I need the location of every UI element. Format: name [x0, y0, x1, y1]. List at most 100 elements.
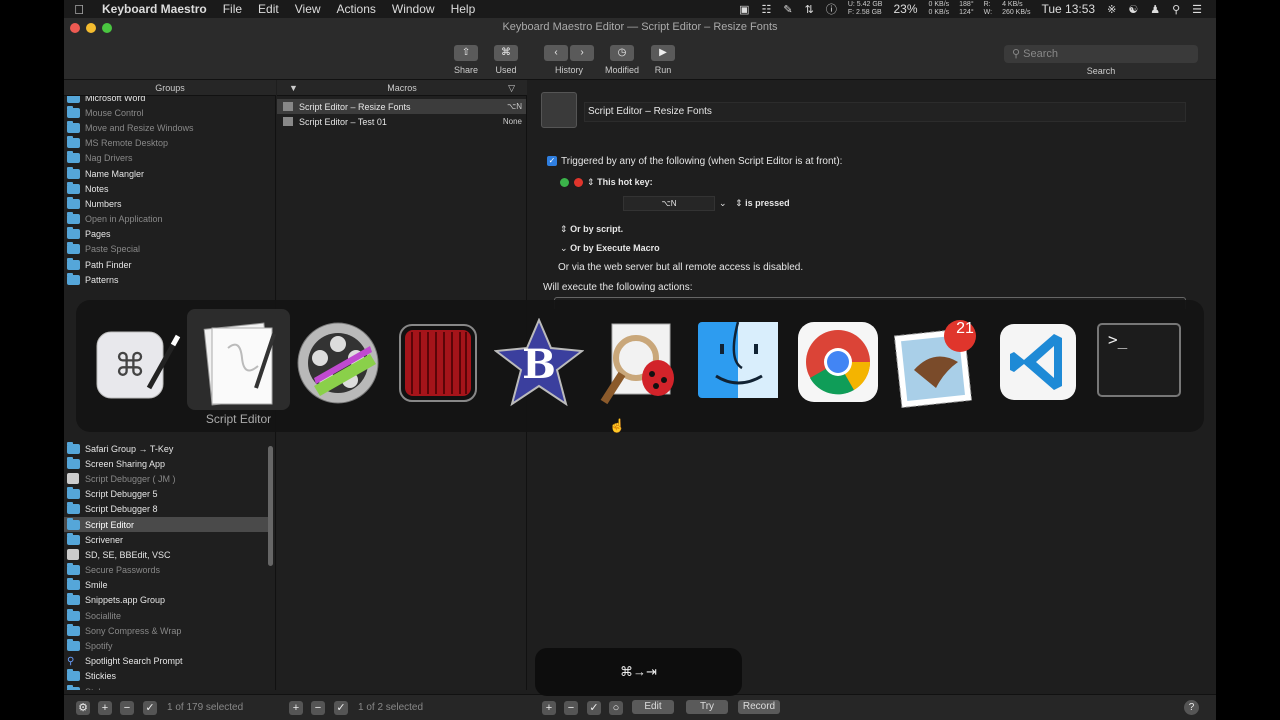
help-button[interactable]: ?	[1184, 700, 1199, 715]
menu-actions[interactable]: Actions	[329, 2, 384, 16]
hotkey-field[interactable]: ⌥N	[623, 196, 715, 211]
menu-view[interactable]: View	[287, 2, 329, 16]
enable-group-checkbox[interactable]: ✓	[143, 701, 157, 715]
group-row[interactable]: Patterns	[64, 272, 275, 287]
sync-icon[interactable]: ⇅	[799, 3, 820, 16]
menu-app-name[interactable]: Keyboard Maestro	[94, 2, 215, 16]
group-row[interactable]: Script Debugger ( JM )	[64, 471, 268, 486]
macro-name-field[interactable]: Script Editor – Resize Fonts	[584, 102, 1186, 122]
macro-row[interactable]: Script Editor – Test 01 None	[277, 114, 526, 129]
group-row[interactable]: Script Editor	[64, 516, 268, 533]
forward-arrow-icon[interactable]: ›	[570, 45, 594, 61]
history-control[interactable]: ‹ › History	[544, 45, 594, 75]
filter-icon[interactable]: ▽	[508, 80, 515, 96]
enable-macro-checkbox[interactable]: ✓	[334, 701, 348, 715]
vscode-icon[interactable]	[994, 318, 1084, 408]
add-trigger-icon[interactable]	[560, 178, 569, 188]
group-row[interactable]: Path Finder	[64, 257, 275, 272]
group-row[interactable]: Secure Passwords	[64, 563, 268, 578]
disabled-action-icon[interactable]: ○	[609, 701, 623, 715]
group-row[interactable]: Notes	[64, 181, 275, 196]
group-row[interactable]: Safari Group → T-Key	[64, 441, 268, 456]
group-row[interactable]: Sony Compress & Wrap	[64, 623, 268, 638]
disk-rw-stats[interactable]: R: W:	[979, 1, 997, 17]
clipboard-icon[interactable]: ✎	[777, 3, 798, 16]
back-arrow-icon[interactable]: ‹	[544, 45, 568, 61]
groups-scrollbar[interactable]	[268, 446, 273, 566]
edit-button[interactable]: Edit	[632, 700, 674, 714]
group-row[interactable]: Pages	[64, 227, 275, 242]
notification-center-icon[interactable]: ☰	[1186, 3, 1208, 16]
menu-file[interactable]: File	[215, 2, 250, 16]
menu-help[interactable]: Help	[443, 2, 484, 16]
add-macro-button[interactable]: +	[289, 701, 303, 715]
updown-icon[interactable]: ⇕	[587, 177, 595, 187]
run-button[interactable]: ▶ Run	[651, 45, 675, 75]
group-row[interactable]: Sociallite	[64, 608, 268, 623]
script-debugger-icon[interactable]	[594, 318, 684, 408]
trigger-checkbox[interactable]: ✓	[547, 156, 557, 167]
group-row[interactable]: Microsoft Word	[64, 96, 275, 105]
group-row[interactable]: Script Debugger 8	[64, 502, 268, 517]
apple-menu-icon[interactable]: 	[64, 2, 94, 17]
group-row[interactable]: Smile	[64, 578, 268, 593]
add-group-button[interactable]: +	[98, 701, 112, 715]
remove-group-button[interactable]: −	[120, 701, 134, 715]
remove-action-button[interactable]: −	[564, 701, 578, 715]
bluetooth-icon[interactable]: ※	[1101, 3, 1122, 16]
script-editor-icon[interactable]	[194, 318, 284, 408]
network-stats-2[interactable]: 4 KB/s 260 KB/s	[997, 1, 1035, 17]
search-input[interactable]: ⚲ Search	[1004, 45, 1198, 63]
info-circle-icon[interactable]: ⓘ	[820, 1, 843, 17]
bbedit-icon[interactable]: B	[494, 318, 584, 408]
spotlight-search-icon[interactable]: ⚲	[1166, 3, 1186, 16]
final-cut-pro-icon[interactable]	[294, 318, 384, 408]
group-row[interactable]: Screen Sharing App	[64, 456, 268, 471]
macro-icon[interactable]	[541, 92, 577, 128]
try-button[interactable]: Try	[686, 700, 728, 714]
network-stats[interactable]: 0 KB/s 0 KB/s	[924, 1, 955, 17]
memory-stats[interactable]: U: 5.42 GB F: 2.58 GB	[843, 1, 888, 17]
group-row[interactable]: Name Mangler	[64, 166, 275, 181]
group-row[interactable]: Move and Resize Windows	[64, 120, 275, 135]
user-icon[interactable]: ♟	[1144, 3, 1166, 16]
group-row[interactable]: Snippets.app Group	[64, 593, 268, 608]
km-status-icon[interactable]: ☷	[756, 3, 778, 16]
chrome-icon[interactable]	[794, 318, 884, 408]
wifi-icon[interactable]: ☯	[1122, 3, 1144, 16]
group-row[interactable]: Nag Drivers	[64, 151, 275, 166]
temperature-stats[interactable]: 188° 124°	[954, 1, 978, 17]
group-row[interactable]: Mouse Control	[64, 105, 275, 120]
remove-trigger-icon[interactable]	[573, 178, 583, 188]
hotkey-state[interactable]: ⌄ ⇕ is pressed	[719, 198, 790, 209]
group-row[interactable]: MS Remote Desktop	[64, 136, 275, 151]
macro-row[interactable]: Script Editor – Resize Fonts ⌥N	[277, 99, 526, 114]
or-by-execute-macro[interactable]: ⌄ Or by Execute Macro	[560, 243, 660, 254]
enable-action-checkbox[interactable]: ✓	[587, 701, 601, 715]
used-button[interactable]: ⌘ Used	[494, 45, 518, 75]
or-by-script[interactable]: ⇕ Or by script.	[560, 224, 623, 235]
group-row[interactable]: Script Debugger 5	[64, 487, 268, 502]
group-row[interactable]: Stubs	[64, 684, 268, 690]
record-button[interactable]: Record	[738, 700, 780, 714]
gear-icon[interactable]: ⚙	[76, 701, 90, 715]
menu-window[interactable]: Window	[384, 2, 443, 16]
menu-edit[interactable]: Edit	[250, 2, 287, 16]
triangle-down-icon[interactable]: ▼	[289, 80, 298, 96]
group-row[interactable]: Scrivener	[64, 532, 268, 547]
group-row[interactable]: Paste Special	[64, 242, 275, 257]
group-row[interactable]: Stickies	[64, 669, 268, 684]
share-button[interactable]: ⇧ Share	[454, 45, 478, 75]
modified-button[interactable]: ◷ Modified	[605, 45, 639, 75]
groups-header[interactable]: Groups	[64, 80, 276, 96]
curtain-app-icon[interactable]	[394, 318, 484, 408]
keyboard-maestro-icon[interactable]: ⌘	[91, 318, 181, 408]
add-action-button[interactable]: +	[542, 701, 556, 715]
group-row[interactable]: Open in Application	[64, 212, 275, 227]
clock[interactable]: Tue 13:53	[1035, 2, 1101, 16]
screen-record-icon[interactable]: ▣	[733, 3, 755, 16]
group-row[interactable]: Spotify	[64, 638, 268, 653]
group-row[interactable]: SD, SE, BBEdit, VSC	[64, 547, 268, 562]
cpu-percent[interactable]: 23%	[887, 2, 923, 16]
macros-header[interactable]: ▼ Macros ▽	[277, 80, 527, 96]
